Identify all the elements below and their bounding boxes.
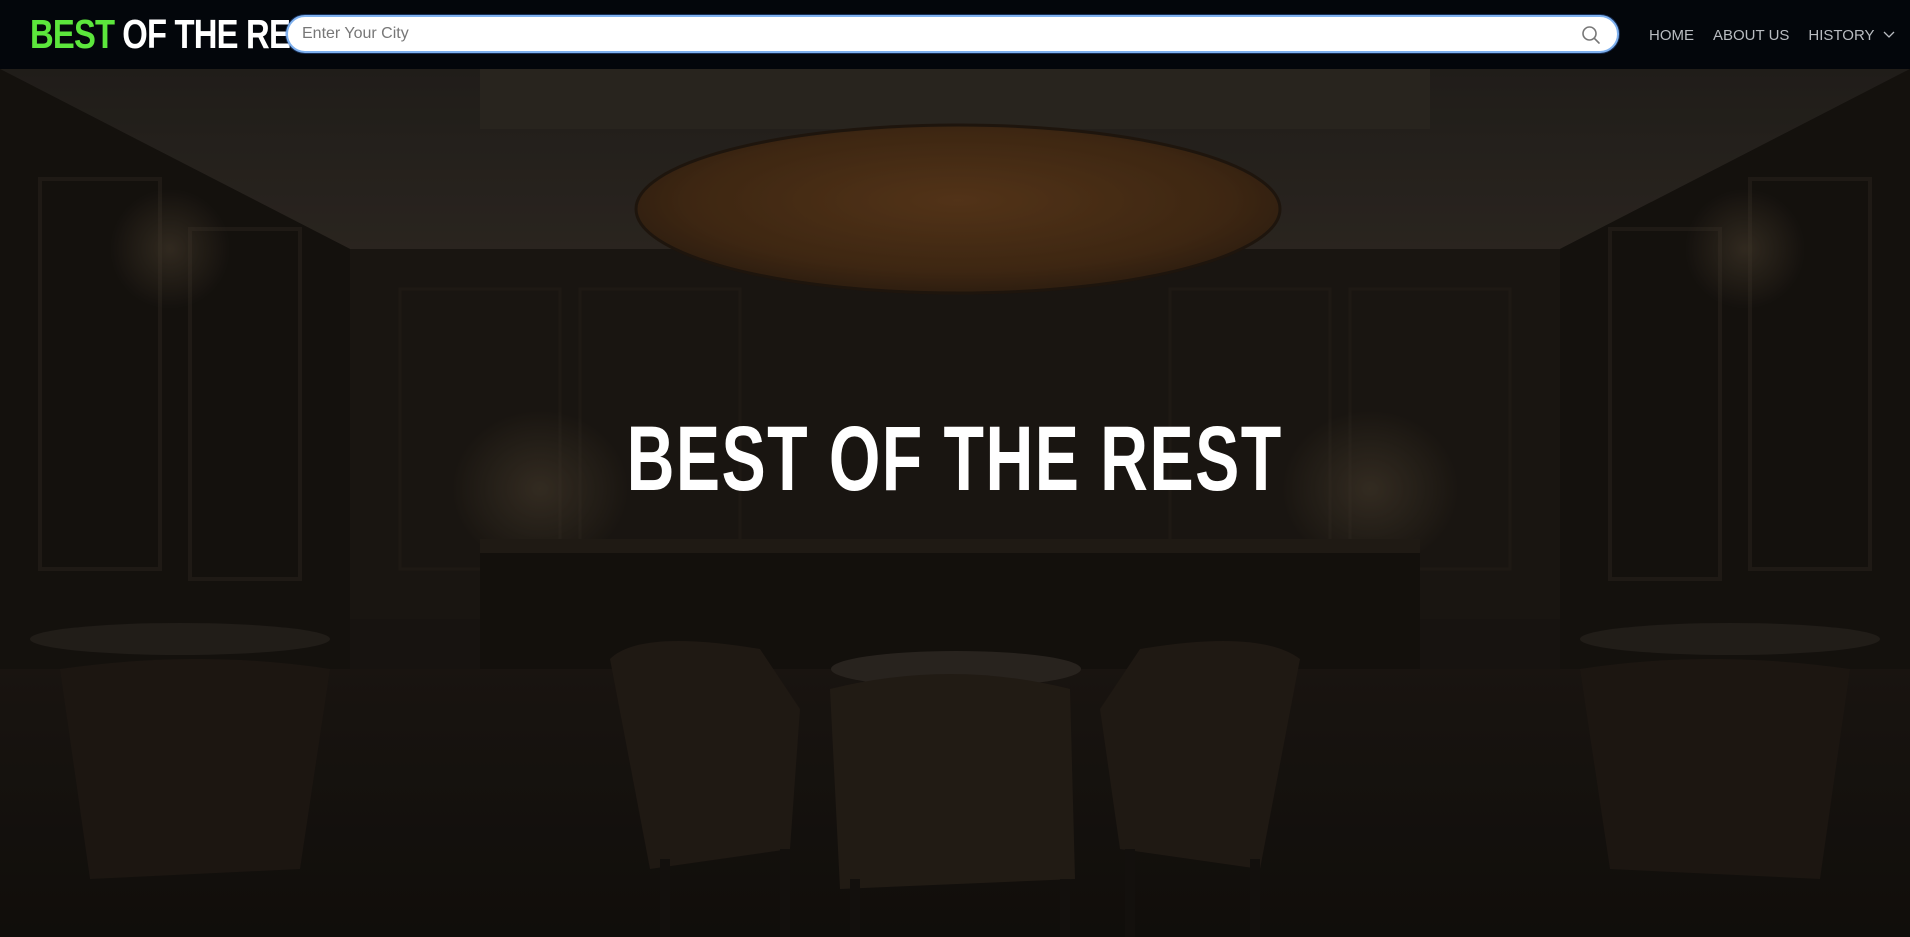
search-bar xyxy=(286,15,1619,53)
nav-links: HOME ABOUT US HISTORY xyxy=(1649,24,1910,46)
nav-home-label: HOME xyxy=(1649,26,1694,44)
search-input[interactable] xyxy=(288,19,1548,49)
nav-home[interactable]: HOME xyxy=(1649,27,1694,44)
hero-section: BEST OF THE REST xyxy=(0,69,1910,937)
navbar: BEST OF THE REST HOME ABOUT US HISTORY xyxy=(0,0,1910,69)
search-icon[interactable] xyxy=(1581,25,1601,45)
nav-about-us[interactable]: ABOUT US xyxy=(1713,27,1789,44)
brand-accent: BEST xyxy=(30,10,115,57)
nav-history-label: HISTORY xyxy=(1808,26,1875,44)
nav-about-label: ABOUT US xyxy=(1713,26,1790,44)
nav-history-dropdown[interactable]: HISTORY xyxy=(1808,26,1895,44)
hero-title: BEST OF THE REST xyxy=(626,408,1284,510)
chevron-down-icon xyxy=(1883,31,1895,38)
